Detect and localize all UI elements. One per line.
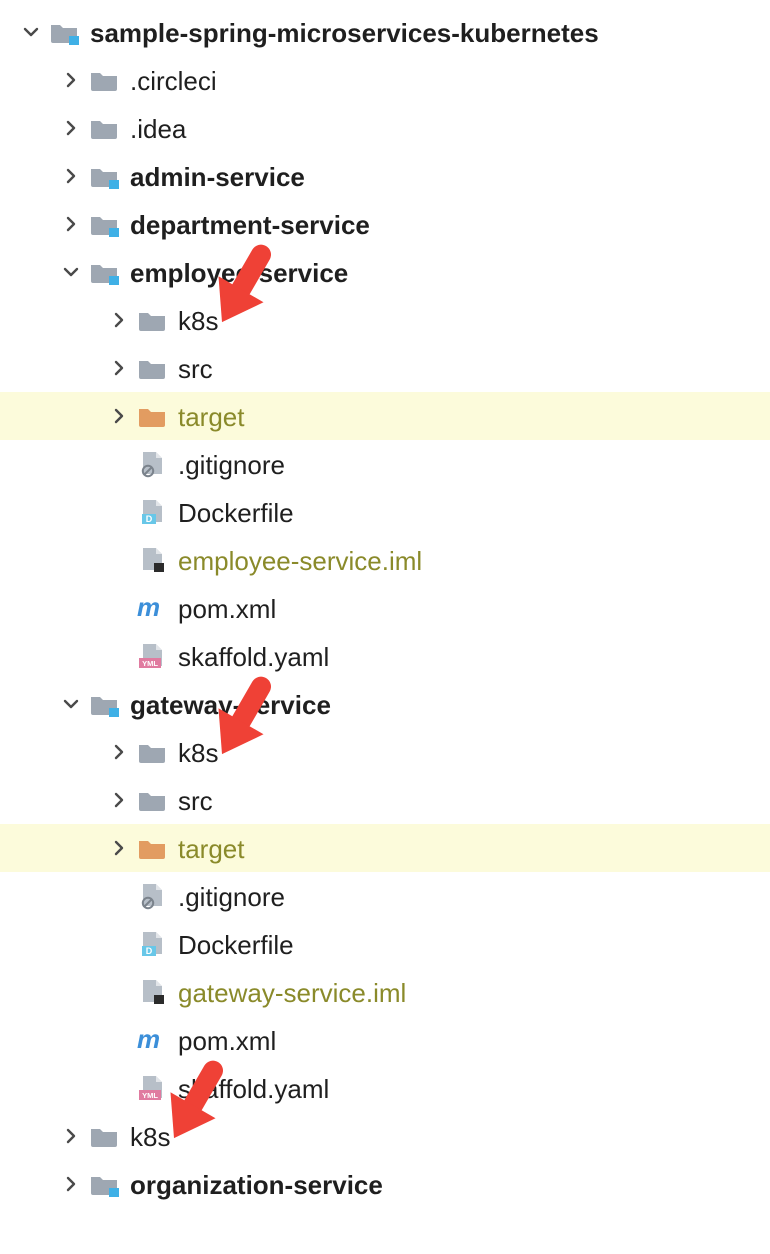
module-folder-icon <box>86 163 122 189</box>
tree-item-label: employee-service.iml <box>178 536 422 585</box>
chevron-right-icon[interactable] <box>56 120 86 136</box>
chevron-right-icon[interactable] <box>104 360 134 376</box>
folder-icon <box>134 739 170 765</box>
chevron-right-icon[interactable] <box>56 72 86 88</box>
tree-row[interactable]: YML skaffold.yaml <box>0 1064 770 1112</box>
svg-text:D: D <box>146 946 153 956</box>
tree-item-label: skaffold.yaml <box>178 632 329 681</box>
tree-row[interactable]: YML skaffold.yaml <box>0 632 770 680</box>
svg-text:D: D <box>146 514 153 524</box>
tree-row[interactable]: target <box>0 824 770 872</box>
module-folder-icon <box>86 211 122 237</box>
tree-item-label: skaffold.yaml <box>178 1064 329 1113</box>
tree-item-label: .gitignore <box>178 440 285 489</box>
file-iml-icon <box>134 978 170 1006</box>
file-d-icon: D <box>134 930 170 958</box>
tree-row[interactable]: .idea <box>0 104 770 152</box>
tree-row[interactable]: employee-service <box>0 248 770 296</box>
module-folder-icon <box>86 259 122 285</box>
folder-icon <box>86 115 122 141</box>
chevron-right-icon[interactable] <box>104 312 134 328</box>
tree-row[interactable]: admin-service <box>0 152 770 200</box>
file-ignore-icon <box>134 882 170 910</box>
tree-row[interactable]: target <box>0 392 770 440</box>
folder-orange-icon <box>134 403 170 429</box>
tree-item-label: organization-service <box>130 1160 383 1209</box>
tree-item-label: gateway-service.iml <box>178 968 406 1017</box>
tree-item-label: department-service <box>130 200 370 249</box>
chevron-right-icon[interactable] <box>104 792 134 808</box>
tree-item-label: sample-spring-microservices-kubernetes <box>90 8 599 57</box>
tree-item-label: .circleci <box>130 56 217 105</box>
tree-item-label: Dockerfile <box>178 920 294 969</box>
chevron-right-icon[interactable] <box>104 840 134 856</box>
tree-row[interactable]: m pom.xml <box>0 1016 770 1064</box>
svg-text:YML: YML <box>142 659 158 668</box>
chevron-right-icon[interactable] <box>104 408 134 424</box>
tree-item-label: admin-service <box>130 152 305 201</box>
tree-item-label: target <box>178 392 245 441</box>
chevron-down-icon[interactable] <box>56 264 86 280</box>
tree-item-label: .idea <box>130 104 186 153</box>
file-yml-icon: YML <box>134 642 170 670</box>
folder-icon <box>86 67 122 93</box>
tree-row[interactable]: gateway-service.iml <box>0 968 770 1016</box>
tree-item-label: .gitignore <box>178 872 285 921</box>
tree-row[interactable]: .gitignore <box>0 872 770 920</box>
file-ignore-icon <box>134 450 170 478</box>
module-folder-icon <box>46 19 82 45</box>
module-folder-icon <box>86 1171 122 1197</box>
chevron-down-icon[interactable] <box>56 696 86 712</box>
maven-icon: m <box>134 1026 170 1054</box>
tree-row[interactable]: src <box>0 776 770 824</box>
tree-row[interactable]: gateway-service <box>0 680 770 728</box>
tree-item-label: pom.xml <box>178 1016 276 1065</box>
chevron-right-icon[interactable] <box>56 1176 86 1192</box>
folder-orange-icon <box>134 835 170 861</box>
chevron-right-icon[interactable] <box>56 216 86 232</box>
tree-item-label: k8s <box>178 296 218 345</box>
tree-item-label: target <box>178 824 245 873</box>
tree-row[interactable]: k8s <box>0 728 770 776</box>
tree-item-label: Dockerfile <box>178 488 294 537</box>
chevron-right-icon[interactable] <box>56 1128 86 1144</box>
tree-row[interactable]: src <box>0 344 770 392</box>
tree-row[interactable]: D Dockerfile <box>0 488 770 536</box>
tree-item-label: k8s <box>178 728 218 777</box>
folder-icon <box>134 307 170 333</box>
tree-row[interactable]: .circleci <box>0 56 770 104</box>
tree-row[interactable]: m pom.xml <box>0 584 770 632</box>
tree-row[interactable]: organization-service <box>0 1160 770 1208</box>
tree-item-label: k8s <box>130 1112 170 1161</box>
maven-icon: m <box>134 594 170 622</box>
project-tree: sample-spring-microservices-kubernetes.c… <box>0 0 770 1216</box>
tree-row[interactable]: .gitignore <box>0 440 770 488</box>
tree-item-label: src <box>178 776 213 825</box>
chevron-down-icon[interactable] <box>16 24 46 40</box>
tree-item-label: src <box>178 344 213 393</box>
file-yml-icon: YML <box>134 1074 170 1102</box>
svg-text:YML: YML <box>142 1091 158 1100</box>
chevron-right-icon[interactable] <box>56 168 86 184</box>
tree-row[interactable]: k8s <box>0 1112 770 1160</box>
tree-row[interactable]: D Dockerfile <box>0 920 770 968</box>
folder-icon <box>134 787 170 813</box>
file-d-icon: D <box>134 498 170 526</box>
tree-row[interactable]: department-service <box>0 200 770 248</box>
tree-row[interactable]: sample-spring-microservices-kubernetes <box>0 8 770 56</box>
tree-item-label: gateway-service <box>130 680 331 729</box>
svg-text:m: m <box>137 594 160 622</box>
file-iml-icon <box>134 546 170 574</box>
tree-row[interactable]: employee-service.iml <box>0 536 770 584</box>
folder-icon <box>86 1123 122 1149</box>
tree-item-label: employee-service <box>130 248 348 297</box>
folder-icon <box>134 355 170 381</box>
tree-item-label: pom.xml <box>178 584 276 633</box>
chevron-right-icon[interactable] <box>104 744 134 760</box>
module-folder-icon <box>86 691 122 717</box>
svg-text:m: m <box>137 1026 160 1054</box>
tree-row[interactable]: k8s <box>0 296 770 344</box>
